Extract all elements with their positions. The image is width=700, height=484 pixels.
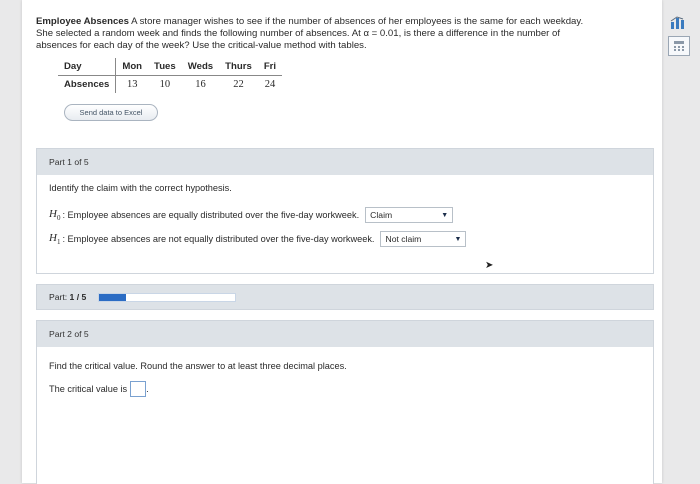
h0-select-value: Claim (370, 210, 393, 220)
table-day-weds: Weds (181, 58, 220, 76)
h0-symbol: H0 (49, 207, 61, 223)
progress-label: Part: 1 / 5 (49, 292, 87, 302)
calculator-icon[interactable] (668, 36, 690, 56)
table-header-day: Day (58, 58, 117, 76)
table-header-absences: Absences (58, 75, 117, 93)
table-cell-tues: 10 (159, 79, 171, 90)
table-row: Day Mon Tues Weds Thurs Fri (58, 58, 283, 76)
critical-value-label: The critical value is (49, 384, 128, 394)
table-cell-mon: 13 (126, 79, 138, 90)
part1-header: Part 1 of 5 (37, 149, 653, 175)
chart-icon[interactable] (668, 14, 688, 32)
part2-panel: Part 2 of 5 Find the critical value. Rou… (36, 320, 654, 484)
h1-claim-select[interactable]: Not claim ▼ (380, 231, 467, 247)
table-day-fri: Fri (257, 58, 283, 76)
part2-prompt: Find the critical value. Round the answe… (49, 361, 347, 371)
absences-table: Day Mon Tues Weds Thurs Fri Absences 13 … (58, 58, 283, 93)
table-row: Absences 13 10 16 22 24 (58, 75, 282, 93)
table-cell-thurs: 22 (233, 79, 244, 90)
h1-row: H1 : Employee absences are not equally d… (49, 231, 467, 247)
mouse-cursor-icon: ➤ (485, 260, 494, 271)
part1-prompt: Identify the claim with the correct hypo… (49, 183, 232, 193)
table-cell-weds: 16 (195, 79, 206, 90)
h1-select-value: Not claim (385, 234, 422, 244)
h0-claim-select[interactable]: Claim ▼ (365, 207, 454, 223)
h1-text: : Employee absences are not equally dist… (62, 234, 375, 244)
problem-page: Employee Absences A store manager wishes… (22, 0, 662, 484)
h0-text: : Employee absences are equally distribu… (62, 210, 360, 220)
side-toolbar (668, 14, 692, 60)
critical-value-input[interactable] (130, 381, 147, 397)
problem-text-1: A store manager wishes to see if the num… (128, 16, 584, 27)
dropdown-arrow-icon: ▼ (441, 211, 449, 219)
critical-value-row: The critical value is . (49, 381, 149, 397)
progress-bar (98, 292, 237, 302)
problem-text-2: She selected a random week and finds the… (36, 28, 561, 39)
critical-value-suffix: . (146, 384, 149, 394)
send-to-excel-button[interactable]: Send data to Excel (64, 104, 158, 121)
part1-panel: Part 1 of 5 Identify the claim with the … (36, 148, 654, 274)
table-day-thurs: Thurs (219, 58, 258, 76)
h1-symbol: H1 (49, 231, 61, 247)
table-cell-fri: 24 (264, 79, 276, 90)
problem-text-3: absences for each day of the week? Use t… (36, 40, 367, 51)
part2-header: Part 2 of 5 (37, 321, 653, 347)
table-day-mon: Mon (115, 58, 149, 76)
part-progress: Part: 1 / 5 (36, 284, 654, 310)
h0-row: H0 : Employee absences are equally distr… (49, 207, 454, 223)
table-day-tues: Tues (148, 58, 182, 76)
problem-title: Employee Absences (36, 16, 129, 27)
progress-fill (99, 293, 127, 301)
dropdown-arrow-icon: ▼ (454, 235, 462, 243)
problem-statement: Employee Absences A store manager wishes… (36, 16, 656, 52)
